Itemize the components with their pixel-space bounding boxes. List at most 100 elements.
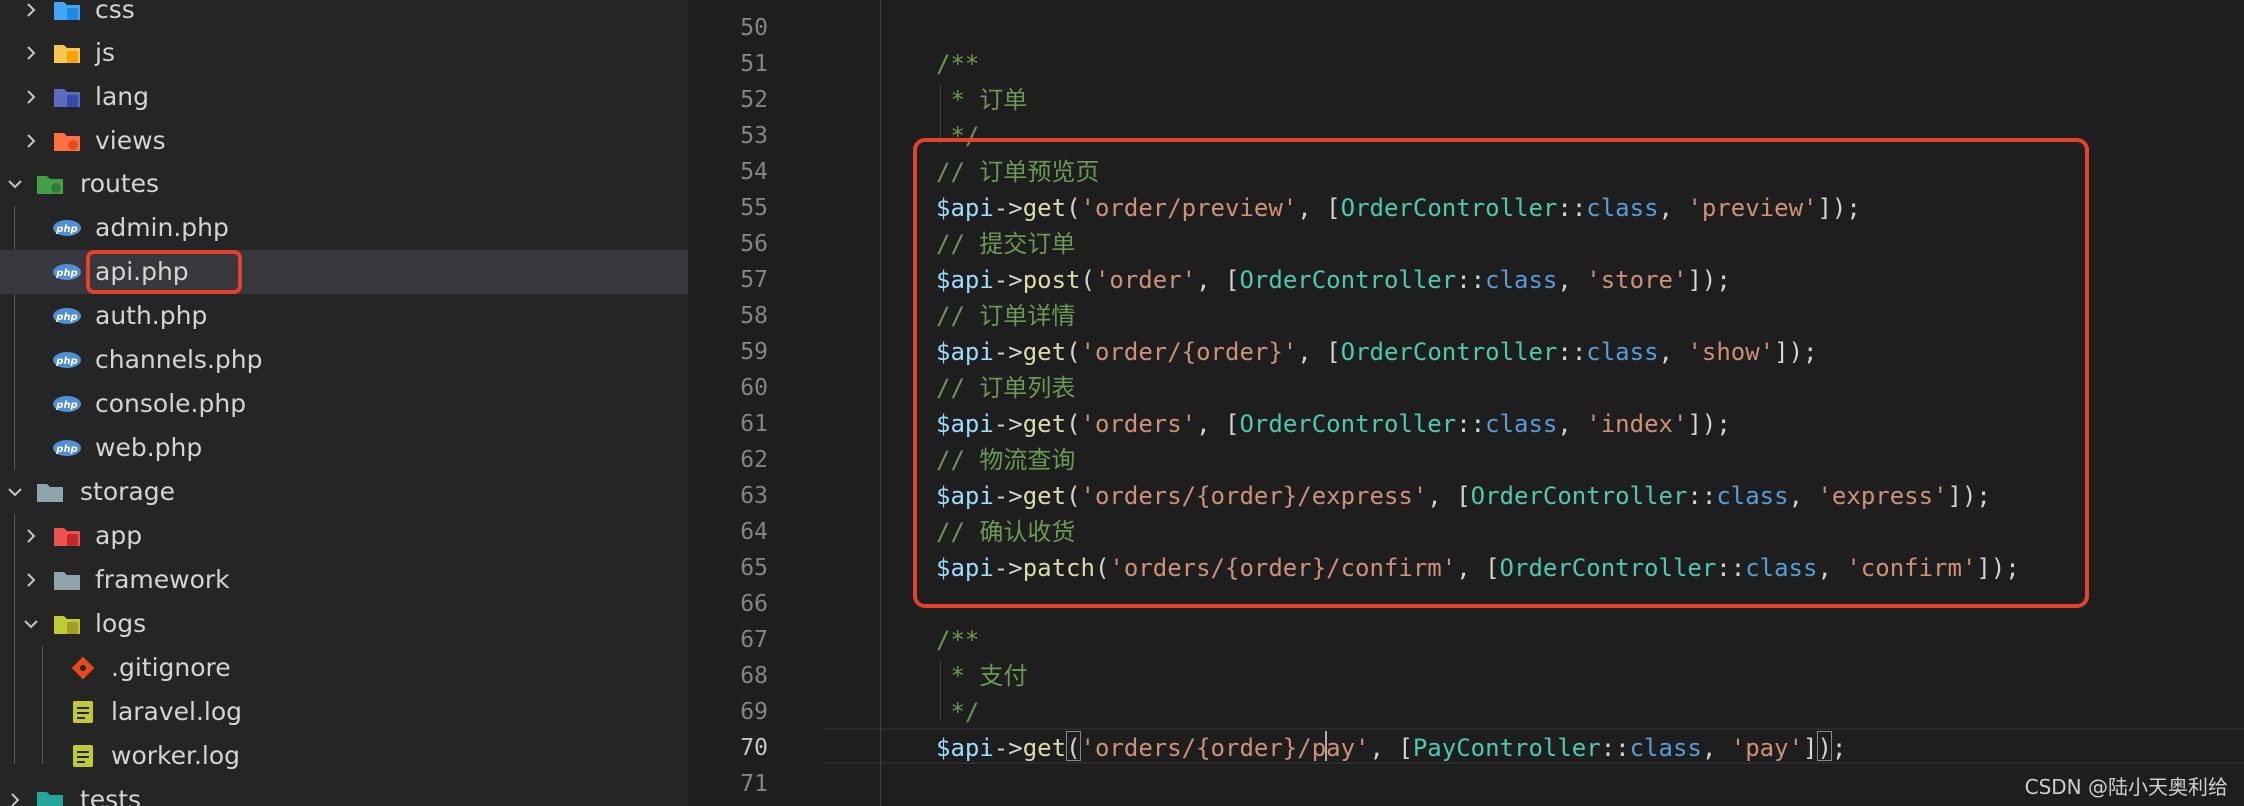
line-number: 62: [740, 447, 768, 473]
code-token: ->: [993, 734, 1023, 762]
line-number: 63: [740, 483, 768, 509]
line-number: 55: [740, 195, 768, 221]
chevron-right-icon[interactable]: [18, 119, 44, 163]
tree-item-label: .gitignore: [111, 653, 231, 682]
api-file-highlight-box: [86, 250, 242, 294]
lang-folder-icon: [52, 82, 82, 112]
line-number: 67: [740, 627, 768, 653]
code-token: * 订单: [936, 86, 1028, 114]
bracket-match-highlight: [1066, 731, 1081, 761]
line-number: 65: [740, 555, 768, 581]
line-number: 51: [740, 51, 768, 77]
tree-folder-routes[interactable]: routes: [0, 162, 688, 206]
code-token: $api: [936, 734, 994, 762]
log-file-icon: [68, 741, 98, 771]
tree-file-worker-log[interactable]: worker.log: [0, 734, 688, 778]
php-file-icon: php: [52, 301, 82, 331]
code-line[interactable]: 71: [688, 766, 2244, 802]
tree-file-laravel-log[interactable]: laravel.log: [0, 690, 688, 734]
line-number: 70: [740, 735, 768, 761]
tree-folder-lang[interactable]: lang: [0, 75, 688, 119]
code-line[interactable]: 50: [688, 10, 2244, 46]
tree-item-label: channels.php: [95, 345, 263, 374]
code-editor[interactable]: 50 51/** 52 * 订单 53 */54// 订单预览页 55 $api->get…: [688, 0, 2244, 806]
chevron-down-icon[interactable]: [18, 602, 44, 646]
code-line[interactable]: 70 $api->get('orders/{order}/pay', [PayCo…: [688, 730, 2244, 766]
chevron-right-icon[interactable]: [18, 0, 44, 32]
code-token: get: [1022, 734, 1067, 762]
code-token: , [: [1369, 734, 1413, 762]
code-line[interactable]: 69 */: [688, 694, 2244, 730]
storage-folder-icon: [35, 477, 65, 507]
tree-item-label: web.php: [95, 433, 203, 462]
git-file-icon: [68, 653, 98, 683]
php-file-icon: php: [52, 345, 82, 375]
chevron-right-icon[interactable]: [18, 75, 44, 119]
code-line[interactable]: 52 * 订单: [688, 82, 2244, 118]
code-line[interactable]: 51 /**: [688, 46, 2244, 82]
line-number: 59: [740, 339, 768, 365]
code-token: ::: [1600, 734, 1630, 762]
line-number: 60: [740, 375, 768, 401]
tree-folder-app[interactable]: app: [0, 514, 688, 558]
php-file-icon: php: [52, 213, 82, 243]
tree-file-console-php[interactable]: php console.php: [0, 382, 688, 426]
css-folder-icon: [52, 0, 82, 25]
app-folder-icon: [52, 521, 82, 551]
line-number: 56: [740, 231, 768, 257]
line-number: 50: [740, 15, 768, 41]
tree-folder-css[interactable]: css: [0, 0, 688, 32]
line-number: 68: [740, 663, 768, 689]
tree-folder-framework[interactable]: framework: [0, 558, 688, 602]
tree-file-web-php[interactable]: php web.php: [0, 426, 688, 470]
tree-item-label: auth.php: [95, 301, 208, 330]
line-number: 66: [740, 591, 768, 617]
code-text: * 订单: [936, 82, 1027, 118]
tree-item-label: routes: [80, 169, 160, 198]
tree-item-label: views: [95, 126, 166, 155]
chevron-right-icon[interactable]: [18, 514, 44, 558]
tree-file-auth-php[interactable]: php auth.php: [0, 294, 688, 338]
log-file-icon: [68, 697, 98, 727]
chevron-down-icon[interactable]: [2, 162, 28, 206]
tree-folder-views[interactable]: views: [0, 119, 688, 163]
svg-text:php: php: [55, 444, 77, 455]
tree-item-label: app: [95, 521, 143, 550]
tree-file-channels-php[interactable]: php channels.php: [0, 338, 688, 382]
php-file-icon: php: [52, 389, 82, 419]
line-number: 57: [740, 267, 768, 293]
chevron-right-icon[interactable]: [18, 31, 44, 75]
tree-item-label: console.php: [95, 389, 247, 418]
tree-file--gitignore[interactable]: .gitignore: [0, 646, 688, 690]
tree-item-label: lang: [95, 82, 149, 111]
chevron-down-icon[interactable]: [2, 470, 28, 514]
svg-text:php: php: [55, 312, 77, 323]
tree-folder-logs[interactable]: logs: [0, 602, 688, 646]
views-folder-icon: [52, 126, 82, 156]
file-explorer: css js lang views routes php admin.php php api.p…: [0, 0, 688, 806]
tree-item-label: admin.php: [95, 213, 229, 242]
code-text: */: [936, 694, 979, 730]
line-number: 61: [740, 411, 768, 437]
svg-text:php: php: [55, 400, 77, 411]
tree-item-label: js: [95, 38, 115, 67]
code-token: /**: [936, 626, 980, 654]
code-line[interactable]: 67 /**: [688, 622, 2244, 658]
code-line[interactable]: 68 * 支付: [688, 658, 2244, 694]
tests-folder-icon: [35, 785, 65, 806]
routes-folder-icon: [35, 169, 65, 199]
code-token: */: [936, 698, 980, 726]
chevron-right-icon[interactable]: [2, 778, 28, 806]
tree-folder-storage[interactable]: storage: [0, 470, 688, 514]
bracket-match-highlight: [1817, 731, 1832, 761]
tree-folder-js[interactable]: js: [0, 31, 688, 75]
tree-item-label: storage: [80, 477, 175, 506]
svg-text:php: php: [55, 268, 77, 279]
tree-folder-tests[interactable]: tests: [0, 778, 688, 806]
chevron-right-icon[interactable]: [18, 558, 44, 602]
folder-icon: [52, 565, 82, 595]
line-number: 69: [740, 699, 768, 725]
tree-file-admin-php[interactable]: php admin.php: [0, 206, 688, 250]
code-token: ,: [1701, 734, 1731, 762]
line-number: 52: [740, 87, 768, 113]
